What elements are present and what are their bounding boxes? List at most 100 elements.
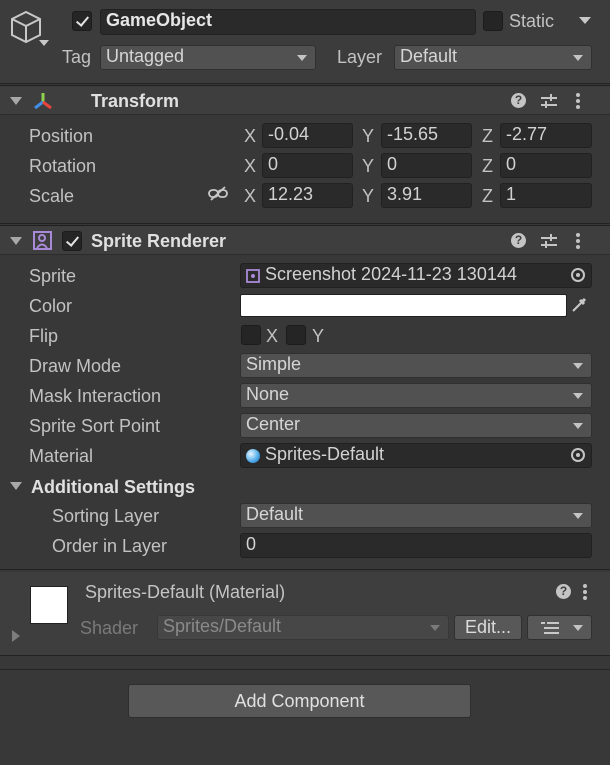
draw-mode-value: Simple [246, 354, 302, 374]
sprite-object-field[interactable]: Screenshot 2024-11-23 130144 [240, 263, 592, 288]
flip-x-checkbox[interactable] [241, 325, 261, 345]
additional-settings-title[interactable]: Additional Settings [31, 477, 195, 498]
chevron-down-icon [573, 363, 583, 369]
position-y-field[interactable]: -15.65 [381, 123, 472, 148]
static-label: Static [509, 11, 555, 31]
sprite-sort-point-label: Sprite Sort Point [29, 416, 161, 436]
tag-label: Tag [62, 47, 92, 67]
presets-icon[interactable] [541, 94, 557, 108]
shader-edit-button[interactable]: Edit... [454, 615, 522, 640]
sorting-layer-value: Default [246, 504, 304, 524]
context-menu-icon[interactable] [576, 93, 580, 109]
axis-y-label: Y [362, 186, 375, 206]
rotation-x-field[interactable]: 0 [262, 153, 353, 178]
section-divider [0, 669, 610, 670]
static-dropdown-arrow-icon[interactable] [579, 17, 591, 24]
icon-dropdown-arrow-icon[interactable] [39, 40, 49, 46]
context-menu-icon[interactable] [576, 233, 580, 249]
help-icon[interactable]: ? [556, 584, 571, 599]
tag-value: Untagged [106, 46, 185, 66]
rotation-y-field[interactable]: 0 [381, 153, 472, 178]
flip-y-checkbox[interactable] [286, 325, 306, 345]
scale-label: Scale [29, 186, 75, 206]
position-z-field[interactable]: -2.77 [500, 123, 592, 148]
sprite-sort-point-value: Center [246, 414, 301, 434]
fold-arrow-icon[interactable] [10, 237, 22, 245]
axis-y-label: Y [362, 156, 375, 176]
flip-x-label: X [266, 326, 279, 346]
sprite-sort-point-dropdown[interactable]: Center [240, 413, 592, 438]
chevron-down-icon [430, 625, 440, 631]
sorting-layer-label: Sorting Layer [52, 506, 160, 526]
mask-interaction-dropdown[interactable]: None [240, 383, 592, 408]
additional-settings-fold-icon[interactable] [10, 482, 22, 490]
eyedropper-icon[interactable] [570, 296, 588, 314]
tag-dropdown[interactable]: Untagged [100, 45, 316, 70]
material-sphere-icon [246, 449, 260, 463]
sprite-label: Sprite [29, 266, 77, 286]
material-label: Material [29, 446, 94, 466]
shader-options-dropdown[interactable] [527, 615, 592, 640]
transform-body: Position X -0.04 Y -15.65 Z -2.77 Rotati… [0, 116, 610, 224]
color-label: Color [29, 296, 73, 316]
presets-icon[interactable] [541, 234, 557, 248]
draw-mode-dropdown[interactable]: Simple [240, 353, 592, 378]
material-title: Sprites-Default (Material) [85, 582, 286, 602]
gameobject-active-checkbox[interactable] [72, 11, 92, 31]
position-label: Position [29, 126, 94, 146]
chevron-down-icon [573, 55, 583, 61]
axis-x-label: X [244, 156, 257, 176]
material-section: Sprites-Default (Material) ? Shader Spri… [0, 572, 610, 656]
help-icon[interactable]: ? [511, 233, 526, 248]
material-preview-swatch [30, 586, 68, 624]
chevron-down-icon [297, 55, 307, 61]
static-checkbox[interactable] [483, 11, 503, 31]
mask-interaction-value: None [246, 384, 290, 404]
object-picker-target-icon[interactable] [571, 448, 585, 462]
rotation-label: Rotation [29, 156, 97, 176]
axis-z-label: Z [482, 156, 493, 176]
list-icon [541, 622, 559, 634]
sprite-renderer-header[interactable]: Sprite Renderer ? [0, 225, 610, 255]
scale-y-field[interactable]: 3.91 [381, 183, 472, 208]
transform-title: Transform [91, 91, 180, 111]
chevron-down-icon [573, 625, 583, 631]
axis-x-label: X [244, 186, 257, 206]
color-swatch-field[interactable] [240, 294, 567, 317]
help-icon[interactable]: ? [511, 93, 526, 108]
axis-x-label: X [244, 126, 257, 146]
sprite-asset-icon [246, 269, 260, 283]
context-menu-icon[interactable] [583, 584, 587, 600]
transform-axes-icon [34, 93, 52, 110]
gameobject-name-input[interactable]: GameObject [100, 9, 476, 35]
material-expand-icon[interactable] [12, 630, 20, 642]
layer-value: Default [400, 46, 458, 66]
flip-y-label: Y [312, 326, 325, 346]
fold-arrow-icon[interactable] [10, 97, 22, 105]
scale-x-field[interactable]: 12.23 [262, 183, 353, 208]
material-object-field[interactable]: Sprites-Default [240, 443, 592, 468]
flip-label: Flip [29, 326, 59, 346]
chevron-down-icon [573, 393, 583, 399]
sprite-renderer-body: Sprite Screenshot 2024-11-23 130144 Colo… [0, 256, 610, 570]
axis-z-label: Z [482, 186, 493, 206]
mask-interaction-label: Mask Interaction [29, 386, 162, 406]
sorting-layer-dropdown[interactable]: Default [240, 503, 592, 528]
add-component-button[interactable]: Add Component [128, 684, 471, 718]
position-x-field[interactable]: -0.04 [262, 123, 353, 148]
scale-z-field[interactable]: 1 [500, 183, 592, 208]
constrain-proportions-link-icon[interactable] [208, 186, 228, 202]
axis-y-label: Y [362, 126, 375, 146]
rotation-z-field[interactable]: 0 [500, 153, 592, 178]
sprite-renderer-icon [33, 231, 52, 250]
sprite-renderer-enabled-checkbox[interactable] [62, 231, 82, 251]
order-in-layer-field[interactable]: 0 [240, 533, 592, 558]
draw-mode-label: Draw Mode [29, 356, 122, 376]
transform-header[interactable]: Transform ? [0, 85, 610, 115]
axis-z-label: Z [482, 126, 493, 146]
layer-label: Layer [337, 47, 383, 67]
inspector-header: GameObject Static Tag Untagged Layer Def… [0, 0, 610, 84]
layer-dropdown[interactable]: Default [394, 45, 592, 70]
order-in-layer-label: Order in Layer [52, 536, 168, 556]
object-picker-target-icon[interactable] [571, 268, 585, 282]
